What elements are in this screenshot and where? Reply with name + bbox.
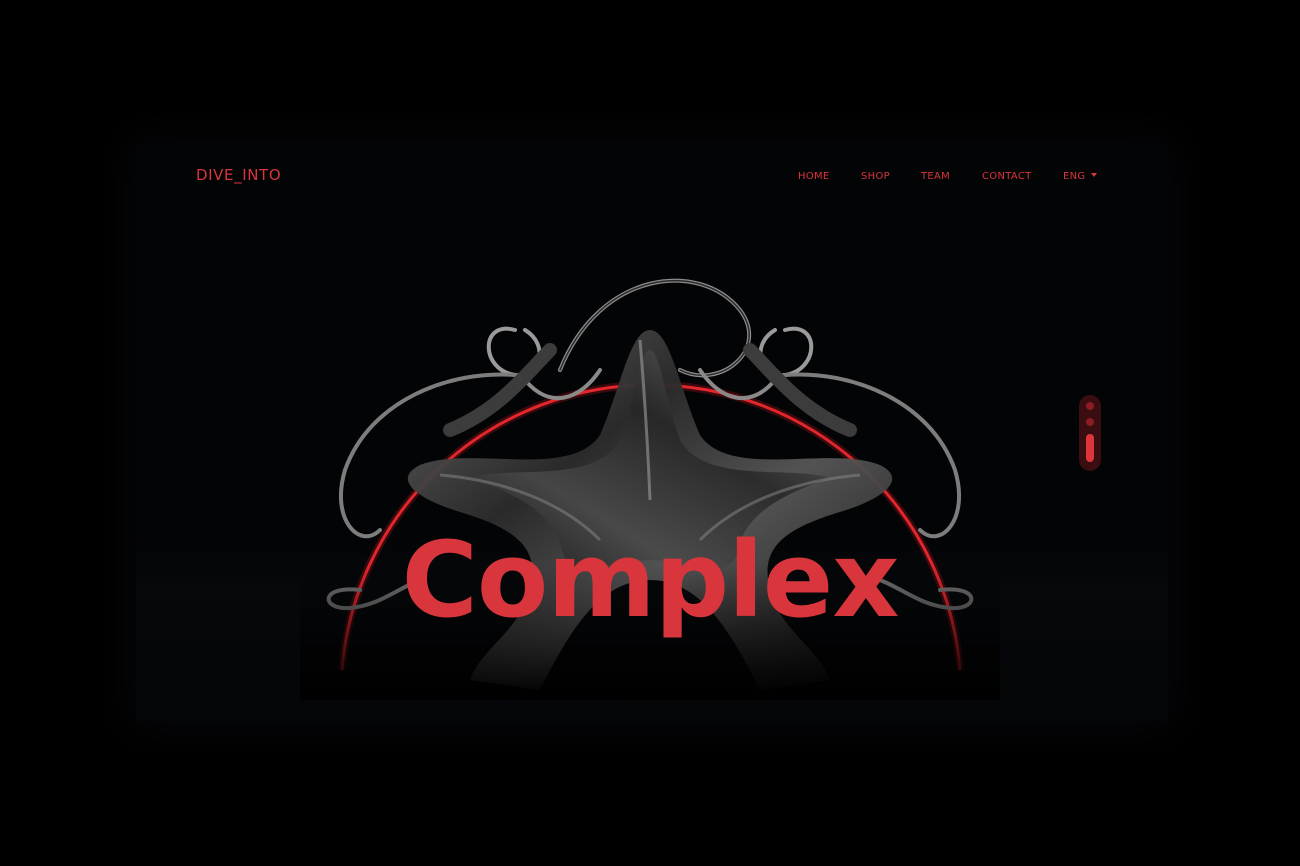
nav-team-link[interactable]: TEAM <box>921 170 950 184</box>
nav-home-link[interactable]: HOME <box>798 170 830 184</box>
language-label: ENG <box>1063 171 1086 182</box>
nav-shop-link[interactable]: SHOP <box>861 170 890 184</box>
main-nav: HOME SHOP TEAM CONTACT ENG <box>0 170 1300 184</box>
nav-contact-link[interactable]: CONTACT <box>982 170 1032 184</box>
slide-dot-2[interactable] <box>1086 418 1094 426</box>
slide-pagination[interactable] <box>1079 395 1101 471</box>
slide-dot-1[interactable] <box>1086 402 1094 410</box>
language-selector[interactable]: ENG <box>1063 170 1098 184</box>
hero-headline: Complex <box>401 519 900 641</box>
slide-dot-active[interactable] <box>1086 434 1094 462</box>
chevron-down-icon <box>1091 173 1098 177</box>
